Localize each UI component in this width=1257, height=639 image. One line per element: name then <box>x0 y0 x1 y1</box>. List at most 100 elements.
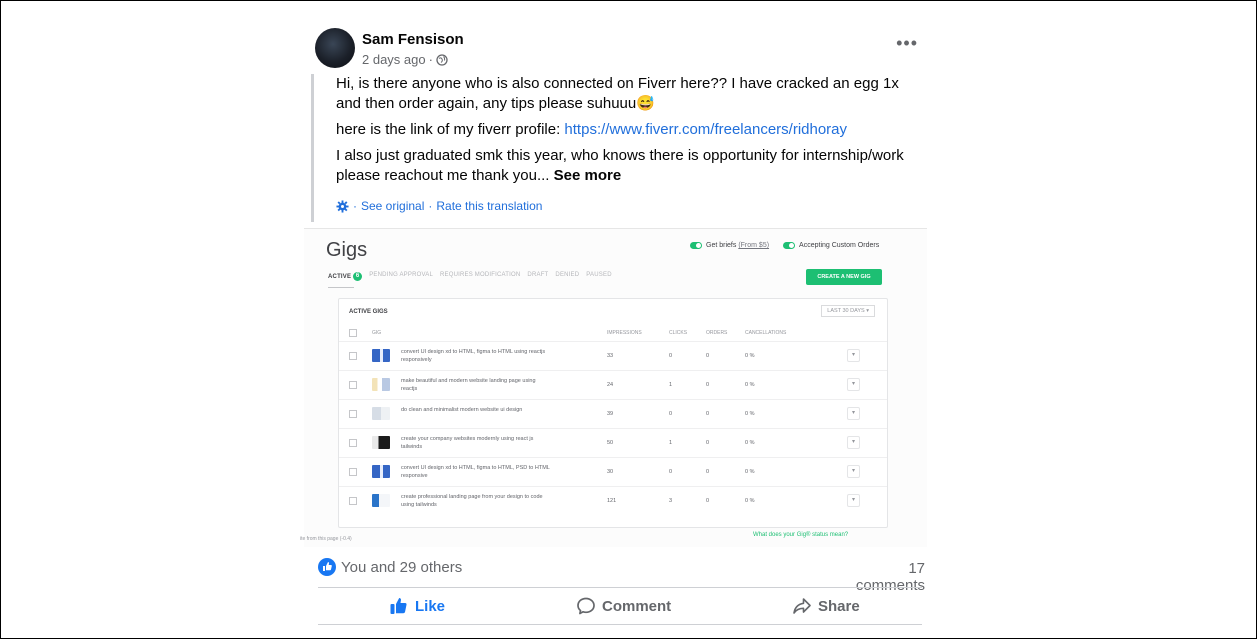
more-options-icon[interactable]: ••• <box>896 34 918 52</box>
row-checkbox <box>349 381 357 389</box>
tab-active-count: 6 <box>353 272 363 281</box>
gig-impressions: 30 <box>607 469 614 475</box>
gig-impressions: 39 <box>607 411 614 417</box>
gig-thumbnail <box>372 378 390 391</box>
briefs-sub: (From $5) <box>738 242 770 249</box>
post-paragraph-1: Hi, is there anyone who is also connecte… <box>336 75 899 112</box>
gig-orders: 0 <box>706 411 710 417</box>
see-original-link[interactable]: See original <box>361 196 424 216</box>
gig-cancellations: 0 % <box>745 411 755 417</box>
table-row: make beautiful and modern website landin… <box>339 370 887 399</box>
gig-impressions: 33 <box>607 353 614 359</box>
gig-title: create professional landing page from yo… <box>401 494 543 508</box>
translation-row: · See original · Rate this translation <box>336 196 914 222</box>
gig-impressions: 50 <box>607 440 614 446</box>
profile-link-prefix: here is the link of my fiverr profile: <box>336 121 565 138</box>
active-gigs-card: ACTIVE GIGS LAST 30 DAYS ▾ GIG IMPRESSIO… <box>338 298 888 528</box>
row-menu-chevron-icon: ▾ <box>847 378 860 391</box>
post-paragraph-2: here is the link of my fiverr profile: h… <box>336 120 914 140</box>
see-more-link[interactable]: See more <box>554 167 622 184</box>
gig-title: do clean and minimalist modern website u… <box>401 407 523 413</box>
like-label: Like <box>415 597 446 615</box>
row-menu-chevron-icon: ▾ <box>847 494 860 507</box>
row-menu-chevron-icon: ▾ <box>847 349 860 362</box>
reactions-summary[interactable]: You and 29 others <box>318 558 462 576</box>
create-gig-button: CREATE A NEW GIG <box>806 269 882 285</box>
date-range-select: LAST 30 DAYS ▾ <box>821 305 875 317</box>
meta-separator: · <box>428 52 433 67</box>
post-meta: 2 days ago · <box>362 52 448 67</box>
like-button[interactable]: Like <box>389 594 445 618</box>
globe-icon <box>436 53 448 66</box>
custom-orders-label: Accepting Custom Orders <box>799 242 880 249</box>
gig-cancellations: 0 % <box>745 498 755 504</box>
col-cancellations: CANCELLATIONS <box>745 330 787 336</box>
rate-translation-link[interactable]: Rate this translation <box>436 196 542 216</box>
gig-clicks: 3 <box>669 498 673 504</box>
comment-button[interactable]: Comment <box>576 594 671 618</box>
col-impressions: IMPRESSIONS <box>607 330 642 336</box>
gig-status-tabs: ACTIVE 6 PENDING APPROVAL REQUIRES MODIFI… <box>328 272 612 281</box>
col-gig: GIG <box>372 330 382 336</box>
comment-icon <box>577 597 595 615</box>
gig-thumbnail <box>372 407 390 420</box>
gig-title: convert UI design xd to HTML, figma to H… <box>401 465 550 479</box>
facebook-post: Sam Fensison 2 days ago · ••• Hi, is the… <box>303 18 926 222</box>
author-avatar[interactable] <box>315 28 355 68</box>
thumbs-up-icon <box>390 598 407 614</box>
gig-cancellations: 0 % <box>745 382 755 388</box>
gig-clicks: 1 <box>669 440 673 446</box>
gig-title: create your company websites modernly us… <box>401 436 534 450</box>
gig-cancellations: 0 % <box>745 440 755 446</box>
active-gigs-title: ACTIVE GIGS <box>349 309 388 315</box>
tab-pending-approval: PENDING APPROVAL <box>369 272 433 278</box>
row-checkbox <box>349 468 357 476</box>
like-badge-icon <box>318 558 336 576</box>
gig-orders: 0 <box>706 353 710 359</box>
table-row: convert UI design xd to HTML, figma to H… <box>339 457 887 486</box>
action-divider-bottom <box>318 624 922 625</box>
table-row: do clean and minimalist modern website u… <box>339 399 887 428</box>
translation-separator: · <box>428 199 433 213</box>
select-all-checkbox <box>349 329 357 337</box>
gig-cancellations: 0 % <box>745 469 755 475</box>
gig-orders: 0 <box>706 440 710 446</box>
gig-cancellations: 0 % <box>745 353 755 359</box>
gig-toggles: Get briefs (From $5) Accepting Custom Or… <box>690 242 879 249</box>
gig-thumbnail <box>372 436 390 449</box>
gig-clicks: 0 <box>669 469 673 475</box>
comments-count[interactable]: 17 comments <box>840 560 925 594</box>
custom-orders-toggle-icon <box>783 242 796 249</box>
gig-title: convert UI design xd to HTML, figma to H… <box>401 349 546 363</box>
col-orders: ORDERS <box>706 330 728 336</box>
active-tab-underline <box>328 287 354 288</box>
briefs-toggle-icon <box>690 242 702 249</box>
row-menu-chevron-icon: ▾ <box>847 436 860 449</box>
gig-orders: 0 <box>706 382 710 388</box>
table-row: convert UI design xd to HTML, figma to H… <box>339 341 887 370</box>
col-clicks: CLICKS <box>669 330 688 336</box>
gig-title: make beautiful and modern website landin… <box>401 378 536 392</box>
share-button[interactable]: Share <box>792 594 860 618</box>
briefs-toggle-label: Get briefs (From $5) <box>706 242 769 249</box>
gig-thumbnail <box>372 494 390 507</box>
translated-post-text: Hi, is there anyone who is also connecte… <box>311 74 914 222</box>
gig-impressions: 121 <box>607 498 617 504</box>
row-checkbox <box>349 352 357 360</box>
gig-orders: 0 <box>706 469 710 475</box>
briefs-label: Get briefs <box>706 242 737 249</box>
tab-requires-modification: REQUIRES MODIFICATION <box>439 272 521 278</box>
row-menu-chevron-icon: ▾ <box>847 407 860 420</box>
fiverr-profile-link[interactable]: https://www.fiverr.com/freelancers/ridho… <box>564 121 847 138</box>
gig-clicks: 0 <box>669 411 673 417</box>
gig-clicks: 0 <box>669 353 673 359</box>
author-name[interactable]: Sam Fensison <box>362 31 464 48</box>
reactions-text: You and 29 others <box>341 558 463 576</box>
tab-denied: DENIED <box>555 272 580 278</box>
post-header: Sam Fensison 2 days ago · ••• <box>303 18 926 70</box>
gig-thumbnail <box>372 349 390 362</box>
post-time[interactable]: 2 days ago <box>362 52 426 67</box>
action-divider-top <box>318 587 922 588</box>
table-row: create professional landing page from yo… <box>339 486 887 515</box>
gigs-screenshot-image[interactable]: Gigs Get briefs (From $5) Accepting Cust… <box>300 228 927 547</box>
